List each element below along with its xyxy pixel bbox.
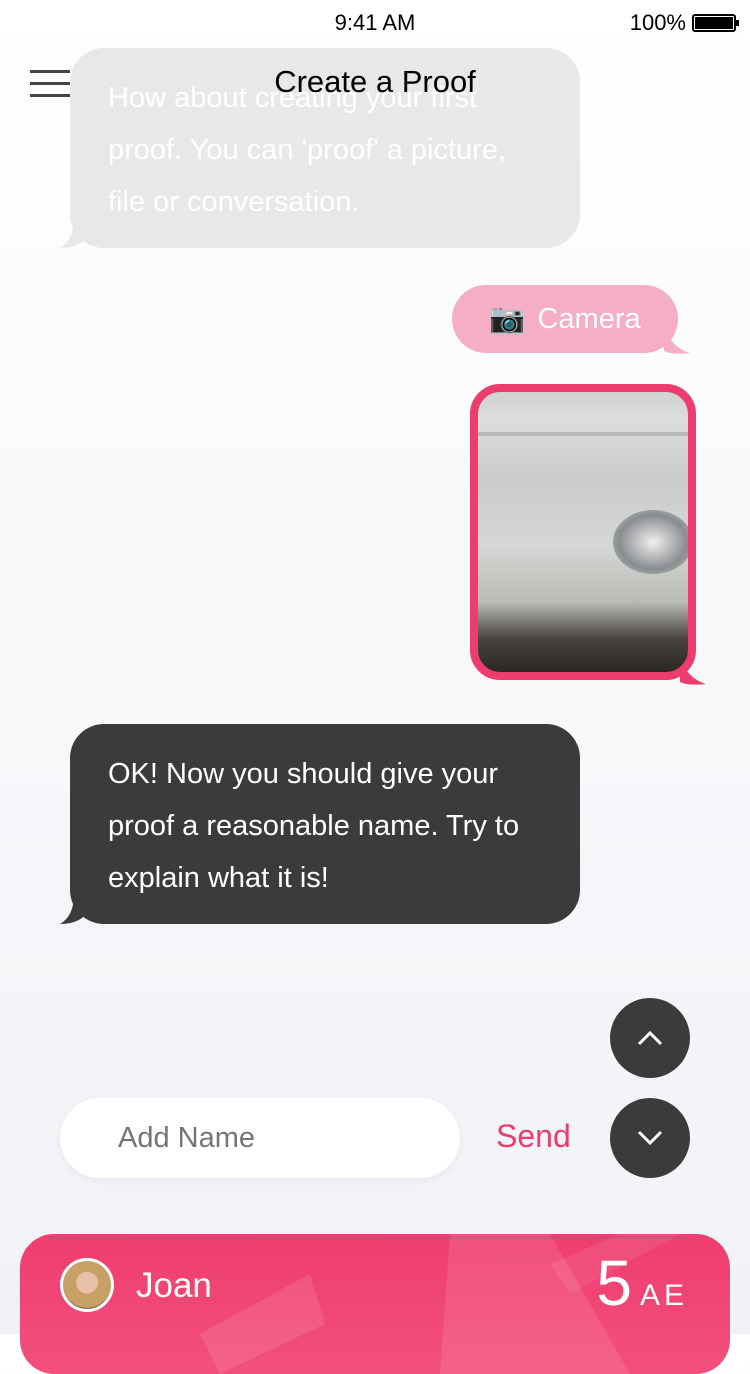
- user-card[interactable]: Joan 5 AE: [20, 1234, 730, 1374]
- camera-icon: 📷: [489, 303, 526, 335]
- camera-label: Camera: [537, 302, 641, 335]
- status-bar: 9:41 AM 100%: [0, 8, 750, 38]
- score: 5 AE: [596, 1246, 688, 1320]
- name-input[interactable]: [60, 1098, 460, 1178]
- score-value: 5: [596, 1247, 632, 1319]
- send-button[interactable]: Send: [496, 1118, 571, 1155]
- battery-icon: [692, 14, 739, 32]
- chevron-up-icon: [637, 1030, 663, 1046]
- score-unit: AE: [639, 1279, 688, 1312]
- photo-message[interactable]: [470, 384, 696, 680]
- user-name: Joan: [136, 1266, 212, 1305]
- battery: 100%: [629, 10, 739, 36]
- bot-message: OK! Now you should give your proof a rea…: [70, 724, 580, 924]
- avatar: [60, 1258, 114, 1312]
- page-title: Create a Proof: [274, 64, 476, 99]
- scroll-up-button[interactable]: [610, 998, 690, 1078]
- chevron-down-icon: [637, 1130, 663, 1146]
- scroll-down-button[interactable]: [610, 1098, 690, 1178]
- camera-message: 📷 Camera: [452, 285, 678, 353]
- battery-percent: 100%: [629, 10, 686, 35]
